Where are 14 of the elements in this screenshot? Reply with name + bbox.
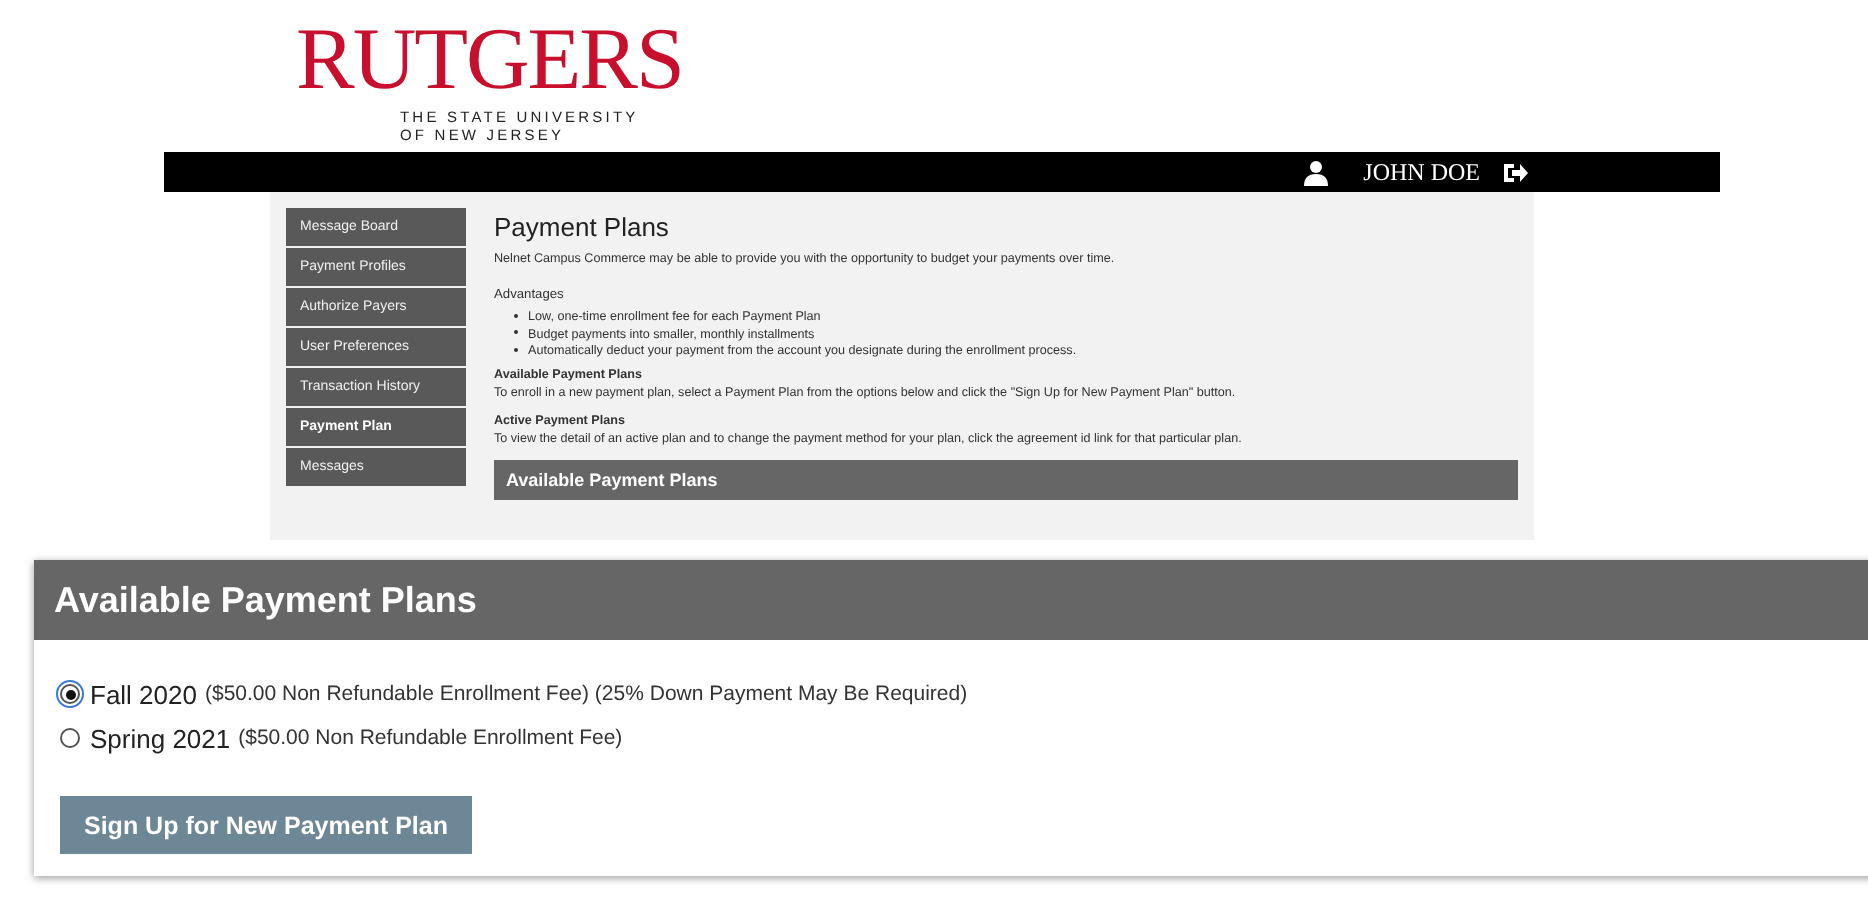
plan-details: ($50.00 Non Refundable Enrollment Fee) (25% Down Payment May Be Required) — [204, 682, 968, 706]
plan-name[interactable]: Spring 2021 — [90, 723, 231, 753]
user-name[interactable]: JOHN DOE — [1363, 157, 1480, 187]
panel-header: Available Payment Plans — [494, 459, 1518, 499]
sign-up-button[interactable]: Sign Up for New Payment Plan — [60, 796, 472, 854]
plan-name[interactable]: Fall 2020 — [90, 679, 197, 709]
radio-button[interactable] — [60, 684, 80, 704]
panel-header: Available Payment Plans — [34, 560, 1868, 640]
plan-details: ($50.00 Non Refundable Enrollment Fee) — [238, 726, 623, 750]
page-title: Payment Plans — [494, 212, 671, 242]
logo-wordmark: RUTGERS — [296, 20, 683, 100]
logout-icon[interactable] — [1504, 161, 1528, 183]
radio-button[interactable] — [60, 728, 80, 748]
user-icon[interactable] — [1303, 159, 1328, 185]
